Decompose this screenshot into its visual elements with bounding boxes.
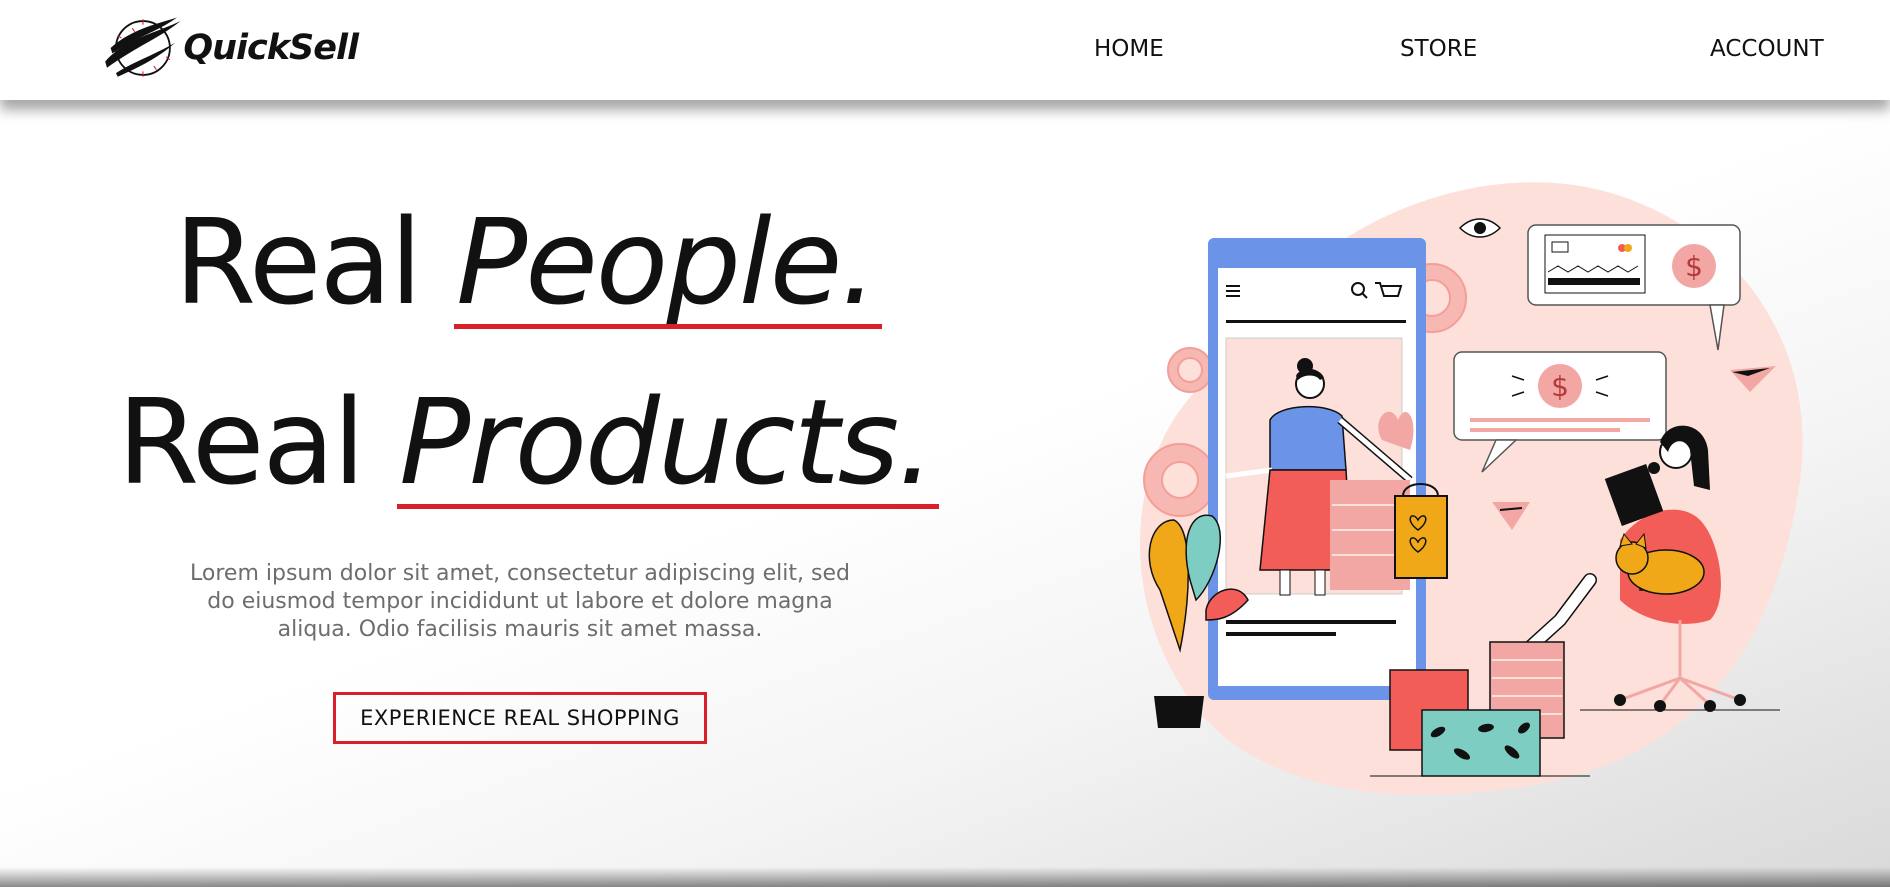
brand-logo[interactable]: QuickSell [98,8,359,88]
shopping-illustration: $ $ [1140,182,1803,795]
bottom-section-shadow [0,867,1890,887]
hero-line2-plain: Real [117,373,400,511]
hero-headline-line1: Real People. [0,193,1050,331]
hero-line1-emphasis: People. [454,193,882,331]
shopping-bag-teal [1421,709,1541,777]
top-navbar: QuickSell HOME STORE ACCOUNT [0,0,1890,100]
shopping-bag-yellow [1394,495,1448,579]
nav-home-link[interactable]: HOME [1094,36,1164,62]
nav-account-link[interactable]: ACCOUNT [1710,36,1824,62]
swoosh-globe-icon [105,17,181,77]
svg-text:$: $ [1551,370,1569,403]
brand-name: QuickSell [183,28,359,68]
nav-store-link[interactable]: STORE [1400,36,1477,62]
hero-description: Lorem ipsum dolor sit amet, consectetur … [190,561,850,642]
hero-line1-plain: Real [174,193,457,331]
hero-line2-emphasis: Products. [397,373,939,511]
hero-headline-line2: Real Products. [0,373,1050,511]
experience-shopping-button[interactable]: EXPERIENCE REAL SHOPPING [333,692,707,744]
svg-text:$: $ [1685,250,1703,283]
